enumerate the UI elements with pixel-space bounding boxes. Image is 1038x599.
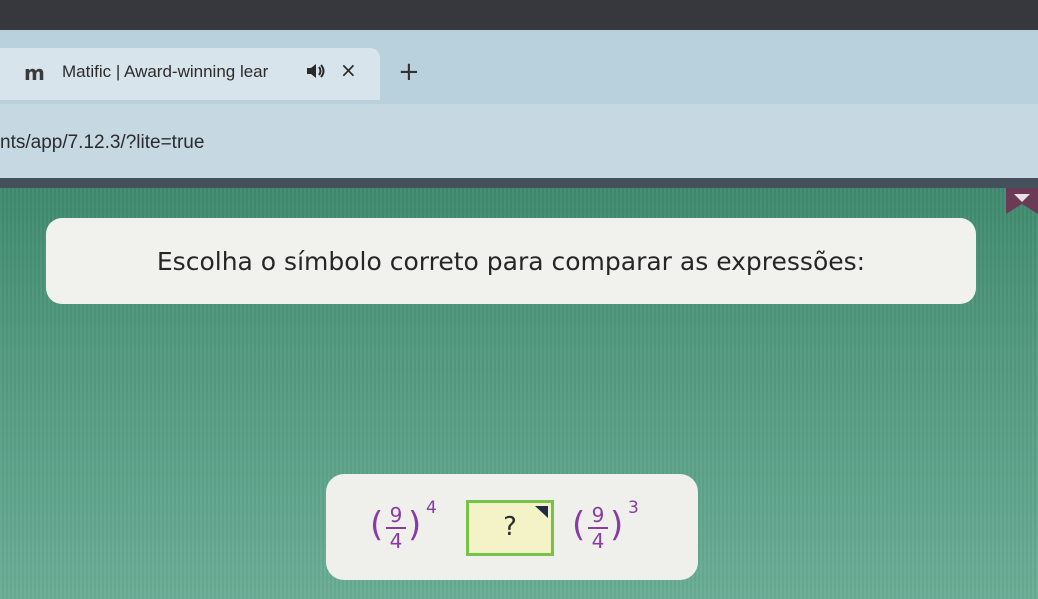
close-paren: ) <box>408 505 422 545</box>
question-card: ( 9 4 ) 4 ? ( 9 4) 3 <box>326 474 698 580</box>
screen: m Matific | Award-winning lear × + nts/a… <box>0 0 1038 599</box>
open-paren: ( <box>370 505 384 545</box>
close-tab-icon[interactable]: × <box>340 58 357 82</box>
close-paren: ) <box>610 505 624 545</box>
speaker-icon[interactable] <box>304 60 326 82</box>
url-text[interactable]: nts/app/7.12.3/?lite=true <box>0 132 204 154</box>
exponent: 3 <box>628 498 639 518</box>
game-area: Escolha o símbolo correto para comparar … <box>0 188 1038 599</box>
tab-title: Matific | Award-winning lear <box>62 62 269 81</box>
new-tab-button[interactable]: + <box>398 57 420 87</box>
fraction: 9 4 <box>386 504 406 552</box>
instruction-panel: Escolha o símbolo correto para comparar … <box>46 218 976 304</box>
instruction-text: Escolha o símbolo correto para comparar … <box>156 246 866 276</box>
ribbon-icon[interactable] <box>1006 188 1038 214</box>
numerator: 9 <box>591 503 605 527</box>
fraction: 9 4 <box>588 504 608 552</box>
browser-tab-matific[interactable]: m Matific | Award-winning lear × <box>0 48 380 100</box>
open-paren: ( <box>572 505 586 545</box>
denominator: 4 <box>591 529 605 553</box>
comparison-answer-dropdown[interactable]: ? <box>466 500 554 556</box>
address-bar[interactable]: nts/app/7.12.3/?lite=true <box>0 104 1038 178</box>
denominator: 4 <box>389 529 403 553</box>
numerator: 9 <box>389 503 403 527</box>
dropdown-arrow-icon[interactable] <box>533 505 549 519</box>
exponent: 4 <box>426 498 437 518</box>
matific-logo-icon: m <box>24 61 45 85</box>
